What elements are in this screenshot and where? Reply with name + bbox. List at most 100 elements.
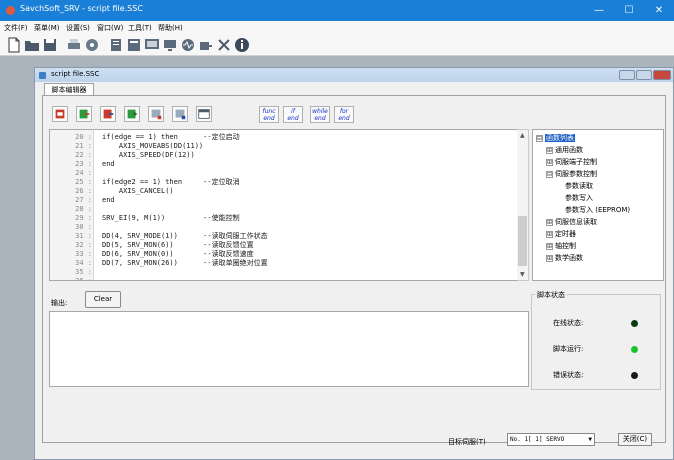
line-number: 28 : — [75, 205, 92, 213]
code-line: if(edge2 == 1) then --定位取消 — [102, 178, 240, 186]
insert-func-end-button[interactable]: func end — [259, 106, 279, 123]
menu-tools[interactable]: 工具(T) — [128, 23, 152, 33]
script-status-title: 脚本状态 — [535, 290, 567, 300]
tree-expander-icon[interactable]: ⊞ — [546, 254, 553, 262]
screen-icon[interactable] — [162, 37, 178, 53]
motor-icon[interactable] — [198, 37, 214, 53]
app-titlebar: SavchSoft_SRV - script file.SSC — ☐ ✕ — [0, 0, 674, 21]
menu-menu[interactable]: 菜单(M) — [34, 23, 60, 33]
tree-item[interactable]: 参数写入 (EEPROM) — [556, 205, 630, 215]
line-number: 30 : — [75, 223, 92, 231]
clear-button[interactable]: Clear — [85, 291, 121, 308]
print-icon[interactable] — [66, 37, 82, 53]
code-line: DD(4, SRV_MODE(1)) --读取伺服工作状态 — [102, 232, 268, 240]
script-status-group — [531, 294, 661, 390]
target-servo-select[interactable]: No. 1[ 1] SERVO ▼ — [507, 433, 595, 446]
tree-expander-icon[interactable]: ⊞ — [546, 218, 553, 226]
child-close-button[interactable] — [653, 70, 671, 80]
target-servo-value: No. 1[ 1] SERVO — [510, 436, 565, 443]
open-folder-icon[interactable] — [24, 37, 40, 53]
kw-while-end-label: end — [314, 115, 326, 122]
insert-while-end-button[interactable]: while end — [310, 106, 330, 123]
line-number: 20 : — [75, 133, 92, 141]
menu-help[interactable]: 帮助(H) — [158, 23, 183, 33]
line-number: 23 : — [75, 160, 92, 168]
code-line: end — [102, 196, 115, 204]
line-number: 22 : — [75, 151, 92, 159]
download-icon[interactable] — [76, 106, 92, 122]
tree-item[interactable]: ⊟ 伺服参数控制 — [546, 169, 597, 179]
menubar: 文件(F) 菜单(M) 设置(S) 窗口(W) 工具(T) 帮助(H) — [0, 21, 674, 34]
tree-item-label: 通用函数 — [555, 146, 583, 154]
run-icon[interactable] — [124, 106, 140, 122]
script-editor-window: script file.SSC 脚本编辑器 func end if end whil… — [34, 67, 674, 460]
tree-item[interactable]: ⊞ 定时器 — [546, 229, 576, 239]
tree-item-label: 参数写入 (EEPROM) — [565, 206, 631, 214]
menu-file[interactable]: 文件(F) — [4, 23, 28, 33]
scroll-down-arrow-icon[interactable]: ▼ — [520, 271, 525, 278]
tree-item-label: 参数写入 — [565, 194, 593, 202]
tree-item-label: 伺服参数控制 — [555, 170, 597, 178]
document-icon[interactable] — [108, 37, 124, 53]
editor-vertical-scrollbar[interactable]: ▲ ▼ — [517, 129, 529, 281]
info-icon[interactable] — [234, 37, 250, 53]
menu-settings[interactable]: 设置(S) — [66, 23, 90, 33]
kw-func-label: func — [262, 108, 276, 115]
line-number: 34 : — [75, 259, 92, 267]
tree-expander-icon[interactable]: ⊟ — [536, 134, 543, 142]
close-window-button[interactable]: ✕ — [644, 0, 674, 21]
tree-expander-icon[interactable]: ⊞ — [546, 242, 553, 250]
kw-if-label: if — [291, 108, 295, 115]
insert-if-end-button[interactable]: if end — [283, 106, 303, 123]
tree-expander-icon[interactable]: ⊟ — [546, 170, 553, 178]
tree-expander-icon[interactable]: ⊞ — [546, 158, 553, 166]
script-file-icon — [39, 72, 46, 79]
oscilloscope-icon[interactable] — [180, 37, 196, 53]
code-line: end — [102, 160, 115, 168]
tree-item[interactable]: 参数写入 — [556, 193, 593, 203]
stop-icon[interactable] — [148, 106, 164, 122]
minimize-button[interactable]: — — [584, 0, 614, 21]
save-icon[interactable] — [42, 37, 58, 53]
close-button[interactable]: 关闭(C) — [618, 433, 652, 446]
tree-item[interactable]: ⊞ 数学函数 — [546, 253, 583, 263]
tree-item[interactable]: ⊞ 轴控制 — [546, 241, 576, 251]
new-file-icon[interactable] — [6, 37, 22, 53]
compile-icon[interactable] — [52, 106, 68, 122]
tree-item-label: 轴控制 — [555, 242, 576, 250]
disc-icon[interactable] — [84, 37, 100, 53]
error-status-indicator — [631, 372, 638, 379]
child-title: script file.SSC — [51, 70, 100, 78]
tree-expander-icon[interactable]: ⊞ — [546, 230, 553, 238]
target-servo-label: 目标伺服(T) — [448, 438, 486, 446]
tree-item[interactable]: 参数读取 — [556, 181, 593, 191]
child-minimize-button[interactable] — [619, 70, 635, 80]
tree-item[interactable]: ⊞ 伺服端子控制 — [546, 157, 597, 167]
child-restore-button[interactable] — [636, 70, 652, 80]
chevron-down-icon[interactable]: ▼ — [588, 434, 592, 445]
scroll-up-arrow-icon[interactable]: ▲ — [520, 132, 525, 139]
maximize-button[interactable]: ☐ — [614, 0, 644, 21]
line-number: 33 : — [75, 250, 92, 258]
tree-item[interactable]: ⊞ 通用函数 — [546, 145, 583, 155]
output-label: 输出: — [51, 299, 68, 307]
debug-icon[interactable] — [172, 106, 188, 122]
tree-item-label: 伺服端子控制 — [555, 158, 597, 166]
monitor-icon[interactable] — [144, 37, 160, 53]
insert-for-end-button[interactable]: for end — [334, 106, 354, 123]
tree-item[interactable]: ⊞ 伺服信息读取 — [546, 217, 597, 227]
code-editor[interactable]: 20 :21 :22 :23 :24 :25 :26 :27 :28 :29 :… — [49, 129, 523, 281]
function-tree[interactable]: ⊟ 函数列表 ⊞ 通用函数 ⊞ 伺服端子控制 ⊟ 伺服参数控制 参数读取 参数写入 参数写入 (EE… — [532, 129, 664, 281]
menu-window[interactable]: 窗口(W) — [97, 23, 123, 33]
tools-icon[interactable] — [216, 37, 232, 53]
tree-item-label: 函数列表 — [545, 134, 575, 142]
parameter-icon[interactable] — [126, 37, 142, 53]
tree-expander-icon[interactable]: ⊞ — [546, 146, 553, 154]
script-running-indicator — [631, 346, 638, 353]
window-icon[interactable] — [196, 106, 212, 122]
output-panel[interactable] — [49, 311, 529, 387]
upload-icon[interactable] — [100, 106, 116, 122]
scrollbar-thumb[interactable] — [518, 216, 527, 266]
tree-item[interactable]: ⊟ 函数列表 — [536, 133, 575, 143]
tree-item-label: 数学函数 — [555, 254, 583, 262]
